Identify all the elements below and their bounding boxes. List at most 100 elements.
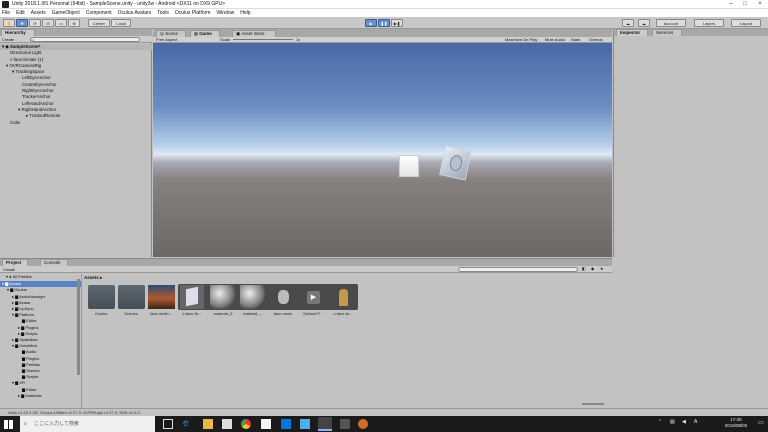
minimize-icon[interactable]: – <box>724 0 738 9</box>
asset-label: material_... <box>243 311 263 316</box>
ime-mode-icon[interactable]: A <box>694 419 697 425</box>
breadcrumb: Assets ▸ <box>84 275 103 280</box>
scale-tool-icon[interactable]: ⊡ <box>42 19 54 27</box>
playable-icon[interactable]: ▶ <box>300 285 327 309</box>
file-explorer-icon[interactable] <box>203 419 213 429</box>
mesh-thumbnail[interactable] <box>270 285 297 309</box>
collab-cloud-icon[interactable]: ☁ <box>622 19 634 27</box>
space-toggle[interactable]: Local <box>111 19 131 27</box>
asset-label: c-face-fe... <box>182 311 202 316</box>
tab-scene[interactable]: ◎ Scene <box>156 30 186 37</box>
material-sphere-icon[interactable] <box>210 285 237 309</box>
project-panel: Project Console Create ◧ ◆ ★ ▾ ● All Pre… <box>0 258 612 409</box>
network-icon[interactable]: ▤ <box>670 419 675 425</box>
menu-file[interactable]: File <box>2 10 10 16</box>
filter-label-icon[interactable]: ◆ <box>591 266 594 271</box>
move-tool-icon[interactable]: ✥ <box>16 19 28 27</box>
hierarchy-panel: Hierarchy Create ▾ ◆ SampleScene* Direct… <box>0 29 152 257</box>
menu-oculus-avatars[interactable]: Oculus Avatars <box>118 10 152 16</box>
material-sphere-icon[interactable] <box>240 285 267 309</box>
volume-icon[interactable]: ◀ <box>682 419 686 425</box>
clock-date: 2018/08/02 <box>724 423 748 428</box>
scale-slider[interactable] <box>233 39 293 40</box>
pivot-toggle[interactable]: Center <box>88 19 110 27</box>
layers-dropdown[interactable]: Layers <box>694 19 724 27</box>
folder-icon[interactable] <box>88 285 115 309</box>
task-view-icon[interactable] <box>163 419 173 429</box>
avatar-figure-icon[interactable] <box>330 285 357 309</box>
hierarchy-create-button[interactable]: Create <box>2 37 14 42</box>
notifications-icon[interactable]: ▭ <box>758 419 764 426</box>
asset-label: material_0 <box>213 311 233 316</box>
maximize-icon[interactable]: □ <box>738 0 752 9</box>
status-text: Unity v1.25.2.2f1, Oculus Utilities v1.2… <box>8 410 141 415</box>
layout-dropdown[interactable]: Layout <box>731 19 761 27</box>
search-icon: ⌕ <box>24 421 27 427</box>
menu-edit[interactable]: Edit <box>16 10 25 16</box>
favorite-star-icon[interactable]: ★ <box>600 266 604 271</box>
favorites-item[interactable]: ▾ ● All Prefabs <box>0 274 81 280</box>
rotate-tool-icon[interactable]: ⟳ <box>29 19 41 27</box>
close-icon[interactable]: × <box>753 0 767 9</box>
window-title: Unity 2018.1.0f1 Personal (64bit) - Samp… <box>12 1 226 7</box>
menu-window[interactable]: Window <box>216 10 234 16</box>
pause-icon[interactable]: ❚❚ <box>378 19 390 27</box>
edge-browser-icon[interactable]: e <box>183 419 193 429</box>
tab-console[interactable]: Console <box>40 259 68 266</box>
account-dropdown[interactable]: Account <box>656 19 686 27</box>
menu-gameobject[interactable]: GameObject <box>52 10 80 16</box>
taskbar-search-box[interactable]: ⌕ ここに入力して検索 <box>20 416 155 432</box>
menu-bar: File Edit Assets GameObject Component Oculus … <box>0 9 768 17</box>
taskbar-search-placeholder: ここに入力して検索 <box>34 421 79 427</box>
asset-label: face-mesh... <box>149 311 172 316</box>
project-folder-tree: ▾ ● All Prefabs ▾ ▆ Assets ▾ ▆ Oculus ▸ … <box>0 274 82 409</box>
tree-item[interactable]: ▸ ▆ Materials <box>0 393 81 399</box>
menu-help[interactable]: Help <box>240 10 250 16</box>
hierarchy-item[interactable]: Cube <box>0 120 152 126</box>
folder-icon[interactable] <box>118 285 145 309</box>
asset-label: Default P... <box>303 311 323 316</box>
tree-scrollbar[interactable] <box>77 279 80 375</box>
tab-hierarchy[interactable]: Hierarchy <box>1 29 35 36</box>
asset-label: c-face-fe... <box>333 311 353 316</box>
tray-arrow-icon[interactable]: ⌃ <box>658 419 662 425</box>
mail-icon[interactable] <box>261 419 271 429</box>
chrome-icon[interactable] <box>241 419 251 429</box>
clock[interactable]: 17:30 2018/08/02 <box>716 417 756 429</box>
project-search-input[interactable] <box>458 267 578 272</box>
cube-object <box>399 155 419 177</box>
game-view[interactable] <box>153 43 612 257</box>
windows-start-icon[interactable] <box>4 420 13 429</box>
project-create-button[interactable]: Create <box>3 267 15 272</box>
menu-tools[interactable]: Tools <box>157 10 169 16</box>
app-icon[interactable] <box>281 419 291 429</box>
tab-inspector[interactable]: Inspector <box>616 29 648 36</box>
services-cloud-icon[interactable]: ☁ <box>638 19 650 27</box>
filter-type-icon[interactable]: ◧ <box>582 266 586 271</box>
rect-tool-icon[interactable]: ▭ <box>55 19 67 27</box>
inspector-panel: Inspector Services <box>613 29 768 257</box>
hierarchy-search-input[interactable] <box>30 37 140 42</box>
menu-component[interactable]: Component <box>86 10 112 16</box>
store-icon[interactable] <box>222 419 232 429</box>
tab-services[interactable]: Services <box>652 29 682 36</box>
menu-assets[interactable]: Assets <box>31 10 46 16</box>
thumbnail-size-slider[interactable] <box>582 403 604 405</box>
asset-label: Oculus <box>94 311 108 316</box>
prefab-thumbnail[interactable] <box>180 285 204 309</box>
tab-asset-store[interactable]: ▣ Asset Store <box>232 30 276 37</box>
app-icon[interactable] <box>300 419 310 429</box>
hand-tool-icon[interactable]: ✋ <box>3 19 15 27</box>
transform-tool-icon[interactable]: ⊕ <box>68 19 80 27</box>
app-icon[interactable] <box>358 419 368 429</box>
menu-oculus-platform[interactable]: Oculus Platform <box>175 10 211 16</box>
texture-thumbnail[interactable] <box>148 285 175 309</box>
app-icon[interactable] <box>340 419 350 429</box>
tab-project[interactable]: Project <box>2 259 28 266</box>
unity-taskbar-icon[interactable] <box>318 417 332 431</box>
step-icon[interactable]: ▶❚ <box>391 19 403 27</box>
windows-taskbar: ⌕ ここに入力して検索 e ⌃ ▤ ◀ A 17:30 2018/08/02 ▭ <box>0 416 768 432</box>
tab-game[interactable]: ◎ Game <box>190 30 220 37</box>
hierarchy-list: ▾ ◆ SampleScene* Directional Light c-fac… <box>0 44 152 126</box>
play-icon[interactable]: ▶ <box>365 19 377 27</box>
